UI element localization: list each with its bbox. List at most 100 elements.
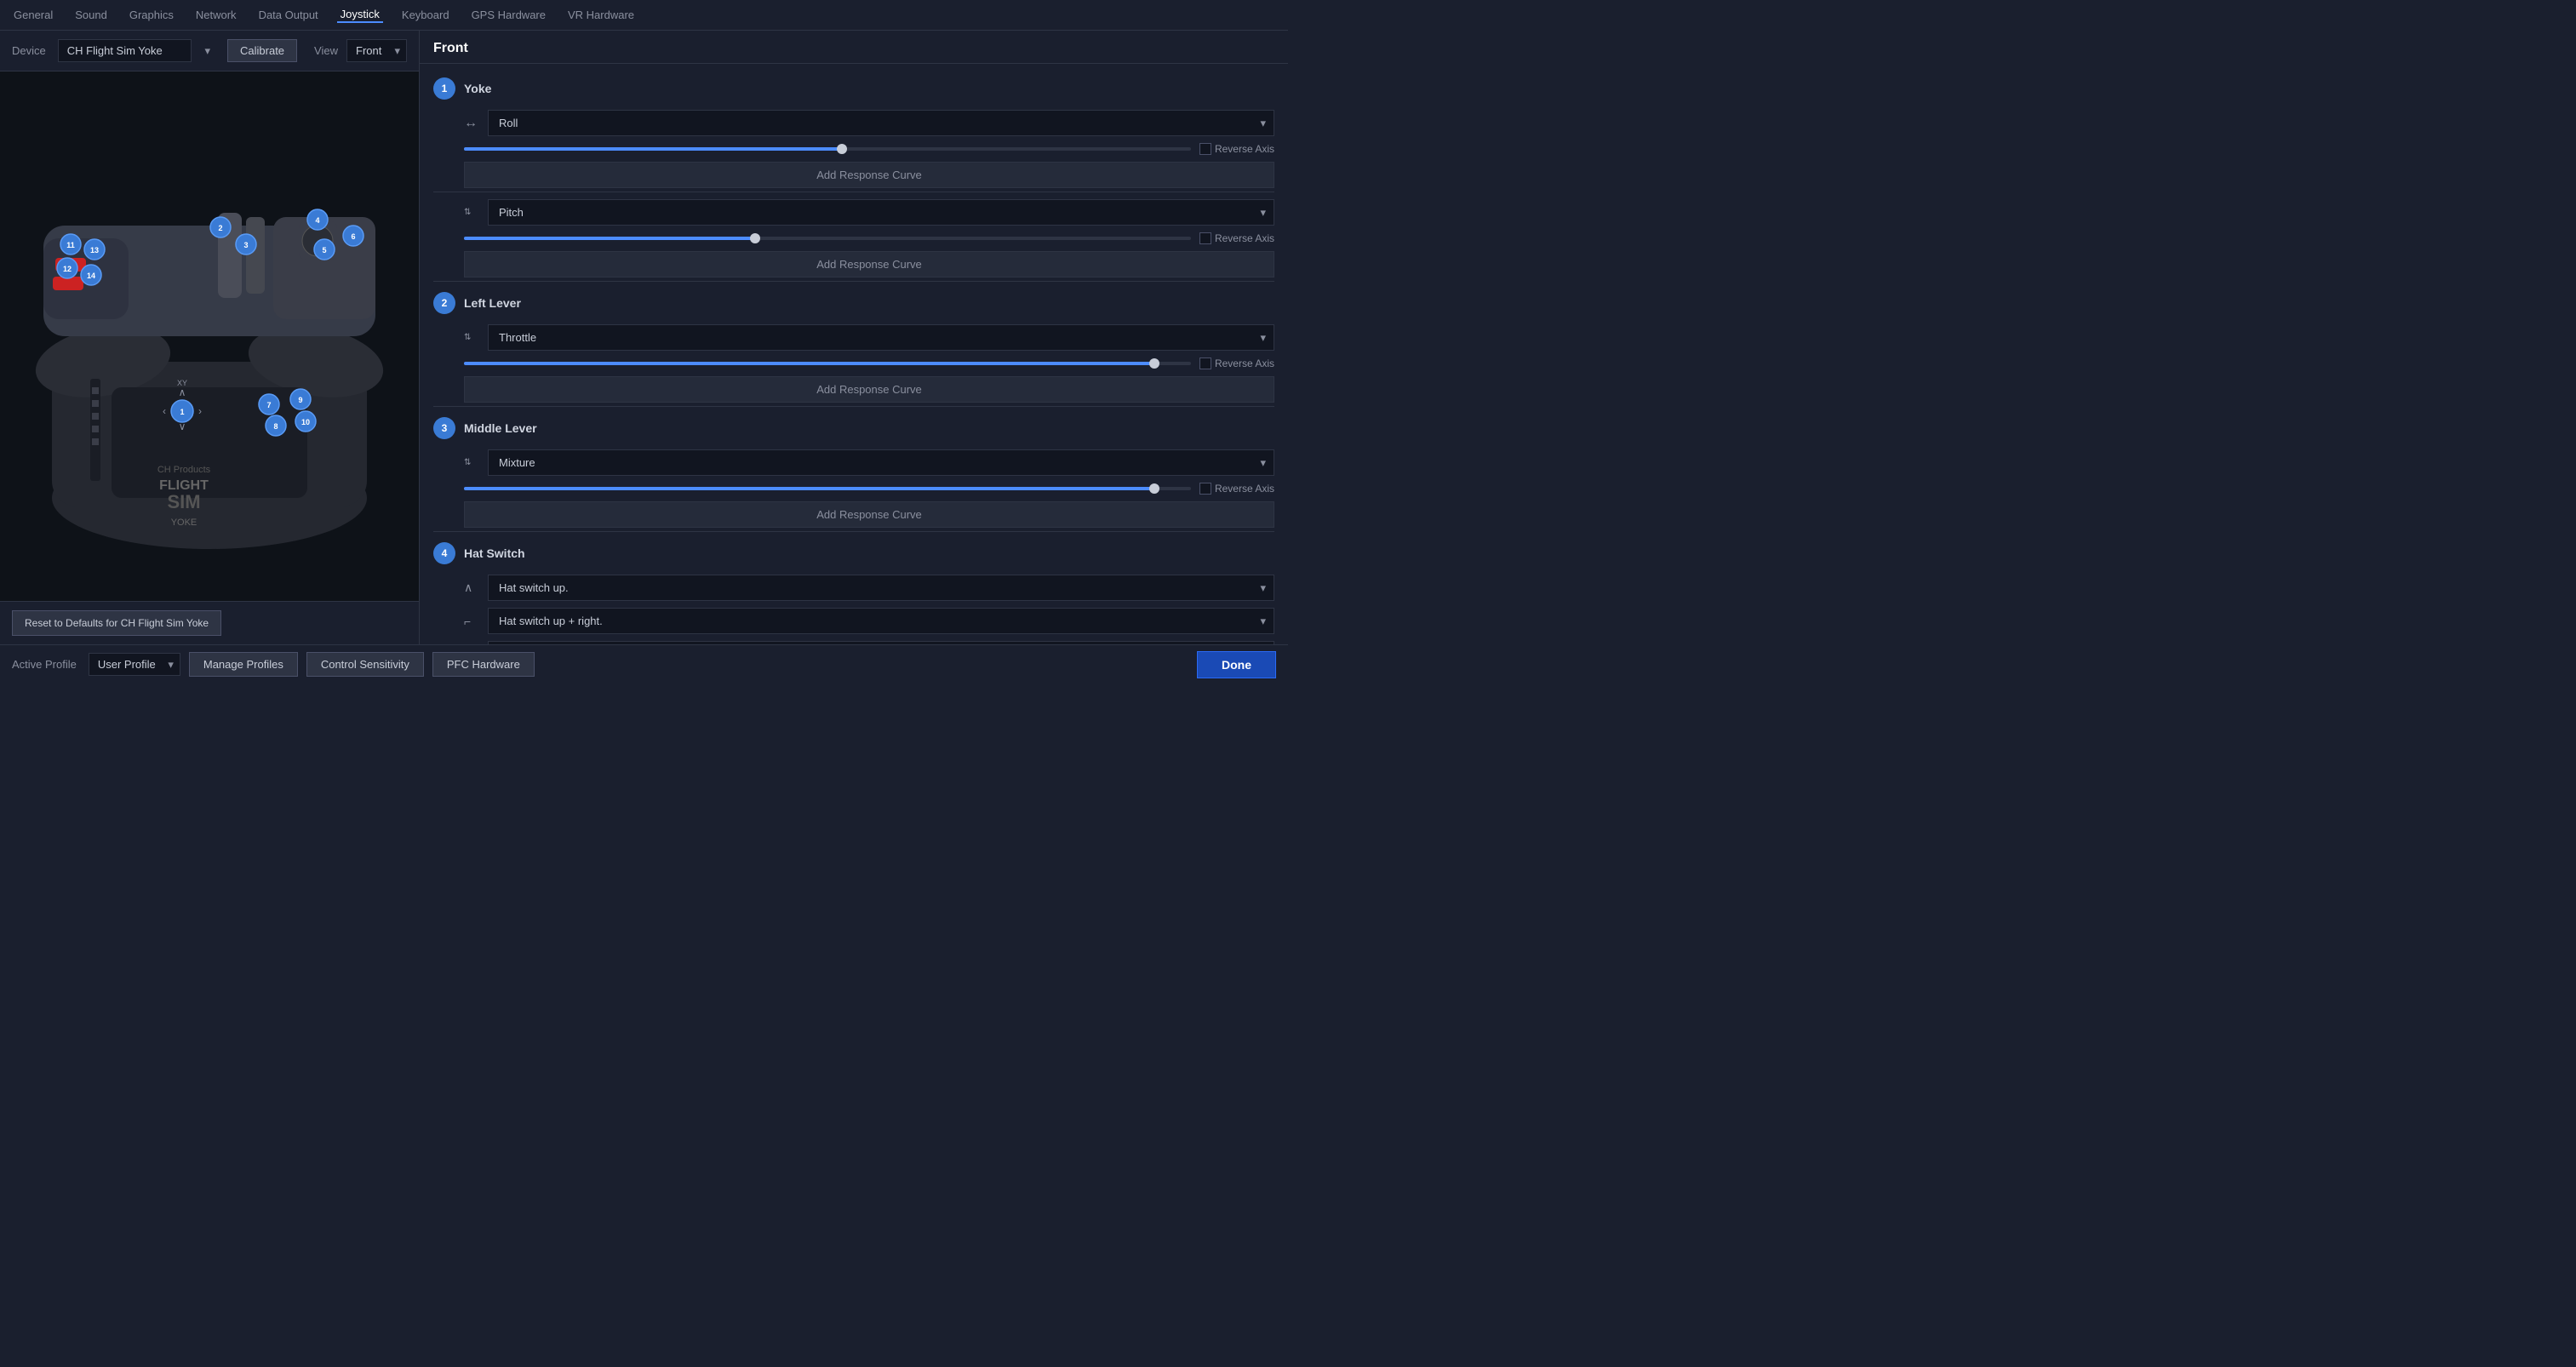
right-panel: Front 1 Yoke ↔ Roll	[419, 31, 1288, 644]
section-yoke-header: 1 Yoke	[420, 71, 1288, 106]
yoke-area: CH Products FLIGHT SIM YOKE 11 12 13 14	[0, 71, 419, 601]
roll-select-wrap: Roll	[488, 110, 1274, 136]
device-select-wrap: CH Flight Sim Yoke	[58, 39, 219, 62]
section-left-lever-num: 2	[433, 292, 455, 314]
calibrate-button[interactable]: Calibrate	[227, 39, 297, 62]
svg-text:1: 1	[180, 408, 184, 416]
pitch-slider-fill	[464, 237, 755, 240]
svg-text:8: 8	[273, 422, 278, 431]
bottom-bar: Active Profile User Profile Manage Profi…	[0, 644, 1288, 684]
svg-text:›: ›	[198, 405, 202, 417]
nav-joystick[interactable]: Joystick	[337, 8, 383, 23]
roll-slider-thumb[interactable]	[837, 144, 847, 154]
nav-keyboard[interactable]: Keyboard	[398, 9, 453, 21]
svg-text:10: 10	[301, 418, 310, 426]
throttle-axis-icon: ⇅	[464, 334, 481, 342]
throttle-axis-select[interactable]: Throttle	[488, 324, 1274, 351]
reset-defaults-button[interactable]: Reset to Defaults for CH Flight Sim Yoke	[12, 610, 221, 636]
pitch-slider-thumb[interactable]	[750, 233, 760, 243]
throttle-slider-fill	[464, 362, 1154, 365]
throttle-reverse-checkbox[interactable]	[1199, 357, 1211, 369]
mixture-slider-track[interactable]	[464, 487, 1191, 490]
hat-partial-select-wrap: Hat switch down (partial)	[488, 641, 1274, 644]
view-label: View	[314, 44, 338, 57]
done-button[interactable]: Done	[1197, 651, 1276, 678]
section-left-lever: 2 Left Lever ⇅ Throttle	[420, 285, 1288, 403]
hat-up-right-select-wrap: Hat switch up + right.	[488, 608, 1274, 634]
roll-slider-track[interactable]	[464, 147, 1191, 151]
device-select[interactable]: CH Flight Sim Yoke	[58, 39, 192, 62]
hat-up-right-select[interactable]: Hat switch up + right.	[488, 608, 1274, 634]
mixture-reverse-checkbox[interactable]	[1199, 483, 1211, 495]
nav-gps-hardware[interactable]: GPS Hardware	[468, 9, 549, 21]
control-sensitivity-button[interactable]: Control Sensitivity	[306, 652, 424, 677]
view-select-wrap: Front Back Left Right	[346, 39, 407, 62]
pitch-axis-select[interactable]: Pitch	[488, 199, 1274, 226]
pitch-add-curve-button[interactable]: Add Response Curve	[464, 251, 1274, 277]
roll-slider-row: Reverse Axis	[420, 140, 1288, 158]
hat-up-right-icon: ⌐	[464, 615, 481, 628]
pitch-axis-row: ⇅ Pitch	[420, 196, 1288, 229]
svg-text:2: 2	[218, 224, 222, 232]
hat-up-select[interactable]: Hat switch up.	[488, 575, 1274, 601]
roll-axis-row: ↔ Roll	[420, 106, 1288, 140]
mixture-slider-fill	[464, 487, 1154, 490]
roll-reverse-checkbox[interactable]	[1199, 143, 1211, 155]
throttle-slider-track[interactable]	[464, 362, 1191, 365]
pitch-slider-row: Reverse Axis	[420, 229, 1288, 248]
svg-text:14: 14	[87, 272, 95, 280]
mixture-axis-icon: ⇅	[464, 459, 481, 467]
nav-data-output[interactable]: Data Output	[255, 9, 322, 21]
section-divider-2	[433, 406, 1274, 407]
nav-vr-hardware[interactable]: VR Hardware	[564, 9, 638, 21]
manage-profiles-button[interactable]: Manage Profiles	[189, 652, 298, 677]
pitch-reverse-text: Reverse Axis	[1215, 232, 1274, 244]
svg-text:13: 13	[90, 246, 99, 255]
pitch-select-wrap: Pitch	[488, 199, 1274, 226]
throttle-add-curve-button[interactable]: Add Response Curve	[464, 376, 1274, 403]
pitch-reverse-checkbox[interactable]	[1199, 232, 1211, 244]
roll-axis-select[interactable]: Roll	[488, 110, 1274, 136]
nav-graphics[interactable]: Graphics	[126, 9, 177, 21]
nav-network[interactable]: Network	[192, 9, 240, 21]
hat-up-right-row: ⌐ Hat switch up + right.	[420, 604, 1288, 638]
mixture-add-curve-button[interactable]: Add Response Curve	[464, 501, 1274, 528]
hat-partial-select[interactable]: Hat switch down (partial)	[488, 641, 1274, 644]
roll-reverse-text: Reverse Axis	[1215, 143, 1274, 155]
mixture-reverse-text: Reverse Axis	[1215, 483, 1274, 495]
svg-text:11: 11	[66, 241, 75, 249]
section-divider-3	[433, 531, 1274, 532]
section-yoke-num: 1	[433, 77, 455, 100]
svg-text:9: 9	[298, 396, 302, 404]
right-panel-scroll[interactable]: 1 Yoke ↔ Roll	[420, 64, 1288, 644]
hat-up-row: ∧ Hat switch up.	[420, 571, 1288, 604]
throttle-reverse-label: Reverse Axis	[1199, 357, 1274, 369]
throttle-slider-row: Reverse Axis	[420, 354, 1288, 373]
main-layout: Device CH Flight Sim Yoke Calibrate View…	[0, 31, 1288, 644]
device-label: Device	[12, 44, 46, 57]
pitch-slider-track[interactable]	[464, 237, 1191, 240]
mixture-axis-select[interactable]: Mixture	[488, 449, 1274, 476]
mixture-axis-row: ⇅ Mixture	[420, 446, 1288, 479]
section-divider-1	[433, 281, 1274, 282]
mixture-slider-thumb[interactable]	[1149, 483, 1159, 494]
throttle-select-wrap: Throttle	[488, 324, 1274, 351]
svg-text:7: 7	[266, 401, 271, 409]
reset-button-wrap: Reset to Defaults for CH Flight Sim Yoke	[0, 601, 419, 644]
view-select[interactable]: Front Back Left Right	[346, 39, 407, 62]
right-panel-header: Front	[420, 31, 1288, 64]
profile-select[interactable]: User Profile	[89, 653, 180, 676]
roll-slider-fill	[464, 147, 842, 151]
hat-up-select-wrap: Hat switch up.	[488, 575, 1274, 601]
nav-general[interactable]: General	[10, 9, 56, 21]
section-left-lever-header: 2 Left Lever	[420, 285, 1288, 321]
throttle-axis-row: ⇅ Throttle	[420, 321, 1288, 354]
svg-text:∨: ∨	[179, 420, 186, 432]
svg-text:YOKE: YOKE	[171, 518, 197, 528]
svg-text:3: 3	[243, 241, 248, 249]
throttle-slider-thumb[interactable]	[1149, 358, 1159, 369]
throttle-reverse-text: Reverse Axis	[1215, 357, 1274, 369]
pfc-hardware-button[interactable]: PFC Hardware	[432, 652, 535, 677]
roll-add-curve-button[interactable]: Add Response Curve	[464, 162, 1274, 188]
nav-sound[interactable]: Sound	[72, 9, 111, 21]
